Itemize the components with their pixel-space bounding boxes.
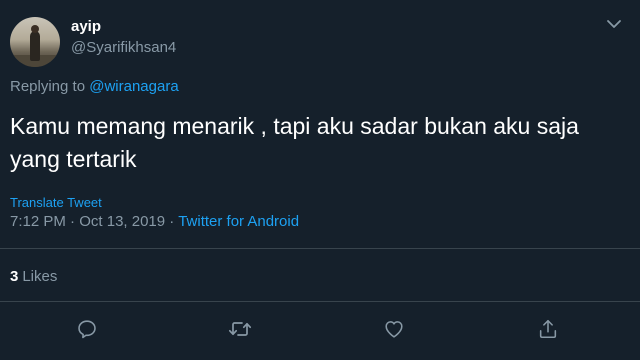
heart-icon[interactable] (381, 316, 407, 342)
tweet-time: 7:12 PM (10, 213, 66, 230)
tweet-source-link[interactable]: Twitter for Android (178, 213, 299, 230)
likes-label: Likes (22, 268, 58, 285)
meta-separator: · (65, 213, 80, 230)
tweet-text: Kamu memang menarik , tapi aku sadar buk… (10, 113, 579, 172)
share-icon[interactable] (535, 316, 561, 342)
divider (0, 248, 640, 249)
tweet-meta: 7:12 PM · Oct 13, 2019 · Twitter for And… (10, 213, 299, 230)
avatar-figure-head (31, 25, 39, 33)
tweet-date: Oct 13, 2019 (79, 213, 166, 230)
reply-icon[interactable] (74, 316, 100, 342)
meta-separator: · (165, 213, 179, 230)
divider (0, 301, 640, 302)
chevron-down-icon[interactable] (606, 18, 622, 30)
avatar[interactable] (10, 17, 60, 67)
display-name[interactable]: ayip (71, 18, 101, 35)
likes-stat[interactable]: 3 Likes (10, 268, 57, 285)
translate-tweet-link[interactable]: Translate Tweet (10, 195, 102, 210)
retweet-icon[interactable] (227, 316, 253, 342)
avatar-figure (30, 31, 40, 61)
replying-to: Replying to @wiranagara (10, 78, 179, 95)
reply-target-link[interactable]: @wiranagara (89, 78, 178, 95)
user-handle[interactable]: @Syarifikhsan4 (71, 39, 176, 56)
replying-to-label: Replying to (10, 78, 86, 95)
likes-count: 3 (10, 268, 19, 285)
